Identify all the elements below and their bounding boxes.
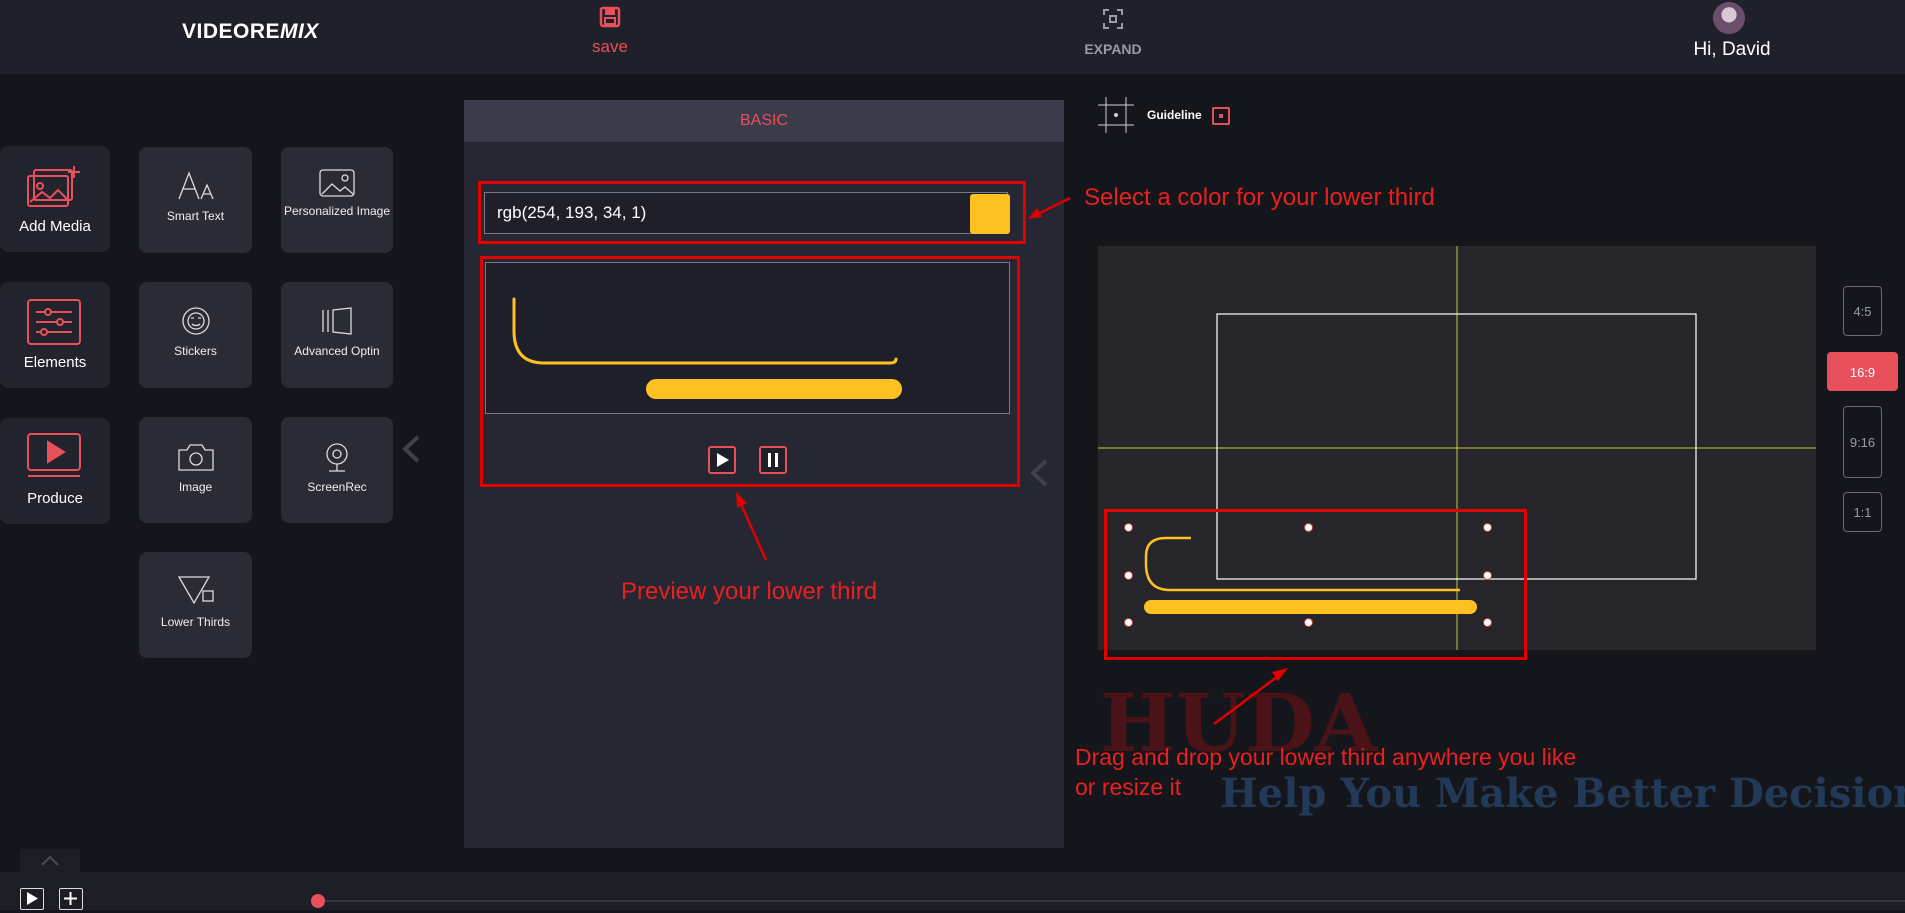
add-media-icon — [27, 166, 80, 207]
guideline-checkbox[interactable] — [1212, 107, 1230, 125]
annotation-arrow-preview — [736, 492, 768, 561]
tool-advanced-optin[interactable]: Advanced Optin — [281, 282, 393, 388]
nav-produce-label: Produce — [27, 490, 83, 507]
plus-icon — [64, 892, 77, 905]
annotation-arrow-drag — [1213, 668, 1288, 725]
save-button[interactable]: save — [580, 6, 640, 56]
annotation-box-preview — [480, 256, 1020, 487]
tool-image[interactable]: Image — [139, 417, 252, 523]
timeline-playhead[interactable] — [311, 894, 325, 908]
ratio-16-9-button[interactable]: 16:9 — [1827, 352, 1898, 391]
tool-smart-text-label: Smart Text — [166, 209, 225, 223]
tool-personalized-image-label: Personalized Image — [283, 204, 391, 218]
annotation-box-color — [478, 181, 1026, 244]
stickers-icon — [182, 307, 210, 335]
elements-sliders-icon — [27, 299, 81, 345]
expand-button[interactable]: EXPAND — [1070, 8, 1156, 58]
ratio-4-5-button[interactable]: 4:5 — [1843, 286, 1882, 336]
tool-personalized-image[interactable]: Personalized Image — [281, 147, 393, 253]
tool-lower-thirds[interactable]: Lower Thirds — [139, 552, 252, 658]
annotation-color-text: Select a color for your lower third — [1084, 184, 1435, 211]
timeline-add-button[interactable] — [59, 888, 83, 910]
tool-image-label: Image — [178, 480, 213, 494]
timeline-bar — [0, 872, 1905, 910]
timeline-track — [318, 900, 1905, 902]
ratio-1-1-button[interactable]: 1:1 — [1843, 492, 1882, 532]
user-greeting: Hi, David — [1693, 39, 1771, 60]
nav-add-media-label: Add Media — [19, 218, 91, 235]
personalized-image-icon — [319, 169, 355, 197]
webcam-icon — [326, 443, 348, 472]
advanced-optin-icon — [322, 307, 352, 335]
annotation-box-drag — [1104, 509, 1527, 660]
tool-screenrec-label: ScreenRec — [307, 480, 367, 494]
smart-text-icon — [178, 171, 214, 200]
nav-produce[interactable]: Produce — [0, 418, 110, 524]
produce-play-icon — [27, 433, 81, 477]
expand-label: EXPAND — [1084, 41, 1142, 57]
tool-smart-text[interactable]: Smart Text — [139, 147, 252, 253]
nav-elements[interactable]: Elements — [0, 282, 110, 388]
guideline-label: Guideline — [1147, 108, 1202, 122]
app-logo: VIDEOREMIX — [182, 20, 319, 43]
tool-stickers-label: Stickers — [174, 344, 217, 358]
collapse-tools-chevron-icon[interactable] — [400, 434, 422, 464]
camera-icon — [178, 444, 214, 471]
ratio-9-16-button[interactable]: 9:16 — [1843, 406, 1882, 478]
annotation-drag-text-line2: or resize it — [1075, 774, 1182, 800]
tool-screenrec[interactable]: ScreenRec — [281, 417, 393, 523]
tool-advanced-optin-label: Advanced Optin — [294, 344, 380, 358]
play-icon — [27, 892, 38, 905]
tool-lower-thirds-label: Lower Thirds — [160, 615, 231, 629]
collapse-panel-chevron-icon[interactable] — [1028, 458, 1050, 488]
annotation-preview-text: Preview your lower third — [621, 578, 878, 605]
user-avatar[interactable] — [1713, 2, 1745, 34]
tool-stickers[interactable]: Stickers — [139, 282, 252, 388]
annotation-drag-text-line1: Drag and drop your lower third anywhere … — [1075, 744, 1577, 770]
nav-add-media[interactable]: Add Media — [0, 146, 110, 252]
annotation-arrow-color — [1028, 196, 1071, 219]
save-icon — [599, 6, 621, 28]
watermark-tagline: Help You Make Better Decisions — [1220, 770, 1905, 817]
save-label: save — [592, 37, 628, 56]
timeline-toggle[interactable] — [20, 849, 80, 873]
guideline-grid-icon — [1098, 97, 1134, 133]
chevron-up-icon — [41, 855, 59, 866]
nav-elements-label: Elements — [23, 354, 87, 371]
expand-icon — [1103, 9, 1123, 29]
lower-thirds-icon — [177, 576, 214, 605]
tab-basic[interactable]: BASIC — [464, 100, 1064, 142]
timeline-play-button[interactable] — [20, 888, 44, 910]
